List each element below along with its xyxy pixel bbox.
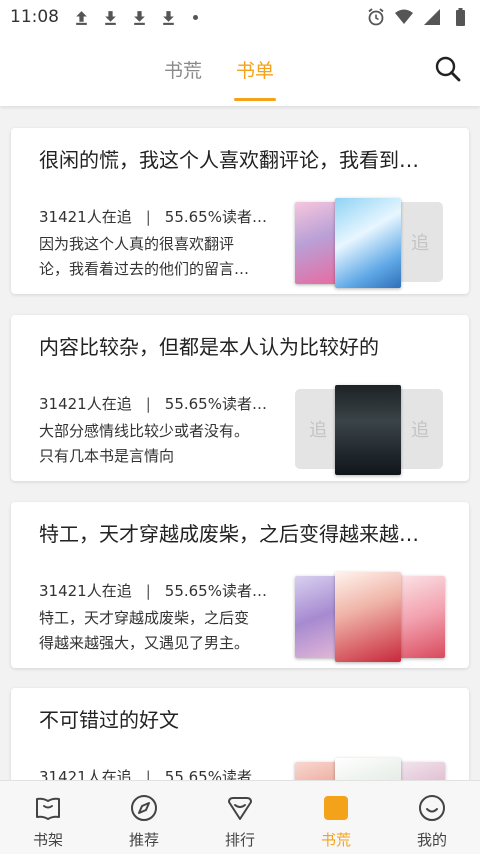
upload-icon <box>76 10 87 25</box>
book-famine-icon <box>324 796 348 820</box>
download-icon <box>105 10 116 25</box>
nav-item-book-famine[interactable]: 书荒 <box>288 781 384 854</box>
tab-shudan[interactable]: 书单 <box>236 56 274 83</box>
compass-icon <box>131 795 157 821</box>
ranking-icon <box>228 797 252 820</box>
description-line: 特工，天才穿越成废柴，之后变 <box>39 609 250 627</box>
signal-icon <box>424 9 440 25</box>
download-icon <box>134 10 145 25</box>
status-bar: 11:08 <box>0 0 480 34</box>
book-covers <box>295 572 445 664</box>
wifi-icon <box>395 9 413 24</box>
nav-label: 我的 <box>416 831 447 849</box>
followers-count: 31421人在追 <box>39 395 132 413</box>
book-cover-image <box>335 572 401 662</box>
alarm-icon <box>368 8 384 26</box>
card-title: 内容比较杂，但都是本人认为比较好的 <box>39 335 379 359</box>
bottom-nav: 书架 推荐 排行 书荒 我的 <box>0 780 480 854</box>
description-line: 论，我看着过去的他们的留言… <box>39 260 250 278</box>
nav-item-bookshelf[interactable]: 书架 <box>0 781 96 854</box>
book-covers: 追 追 <box>295 198 445 290</box>
card-stats: 31421人在追 | 55.65%读者… <box>39 582 267 600</box>
book-list-feed: 很闲的慌，我这个人喜欢翻评论，我看到… 31421人在追 | 55.65%读者… 因… <box>0 106 480 780</box>
card-stats: 31421人在追 | 55.65%读者… <box>39 395 267 413</box>
followers-count: 31421人在追 <box>39 768 132 780</box>
card-title: 很闲的慌，我这个人喜欢翻评论，我看到… <box>39 148 419 172</box>
top-nav: 书荒 书单 <box>0 34 480 106</box>
book-cover-image <box>397 762 445 780</box>
nav-label: 书荒 <box>320 831 351 849</box>
download-icon <box>163 10 174 25</box>
followers-count: 31421人在追 <box>39 582 132 600</box>
card-description: 因为我这个人真的很喜欢翻评 论，我看着过去的他们的留言… <box>39 232 271 282</box>
status-time: 11:08 <box>10 7 59 27</box>
card-title: 不可错过的好文 <box>39 708 179 732</box>
description-line: 因为我这个人真的很喜欢翻评 <box>39 235 235 253</box>
tab-shuhuang[interactable]: 书荒 <box>164 56 202 83</box>
description-line: 得越来越强大，又遇见了男主。 <box>39 634 250 652</box>
nav-label: 排行 <box>224 831 255 849</box>
book-covers <box>295 758 445 780</box>
book-cover-image <box>397 576 445 658</box>
battery-icon <box>456 8 465 26</box>
readers-ratio: 55.65%读者… <box>164 395 267 413</box>
nav-label: 推荐 <box>128 831 159 849</box>
card-stats: 31421人在追 | 55.65%读者… <box>39 208 267 226</box>
readers-ratio: 55.65%读者… <box>164 768 267 780</box>
readers-ratio: 55.65%读者… <box>164 208 267 226</box>
booklist-card[interactable]: 很闲的慌，我这个人喜欢翻评论，我看到… 31421人在追 | 55.65%读者… 因… <box>11 128 469 294</box>
profile-icon <box>419 795 445 821</box>
readers-ratio: 55.65%读者… <box>164 582 267 600</box>
active-tab-indicator <box>234 98 276 101</box>
book-cover-image <box>335 198 401 288</box>
nav-label: 书架 <box>32 831 63 849</box>
system-indicators <box>366 7 470 27</box>
search-icon[interactable] <box>433 54 463 84</box>
cover-placeholder: 追 <box>397 389 443 469</box>
card-description: 特工，天才穿越成废柴，之后变 得越来越强大，又遇见了男主。 <box>39 606 271 656</box>
cover-placeholder: 追 <box>397 202 443 282</box>
booklist-card[interactable]: 不可错过的好文 31421人在追 | 55.65%读者… <box>11 688 469 780</box>
booklist-card[interactable]: 特工，天才穿越成废柴，之后变得越来越… 31421人在追 | 55.65%读者… 特… <box>11 502 469 668</box>
notification-dot <box>193 14 198 20</box>
download-indicators <box>73 9 198 26</box>
book-cover-image <box>335 385 401 475</box>
book-cover-image <box>335 758 401 780</box>
nav-item-profile[interactable]: 我的 <box>384 781 480 854</box>
bookshelf-icon <box>36 797 60 820</box>
card-stats: 31421人在追 | 55.65%读者… <box>39 766 269 780</box>
nav-item-ranking[interactable]: 排行 <box>192 781 288 854</box>
description-line: 大部分感情线比较少或者没有。 <box>39 422 250 440</box>
card-description: 大部分感情线比较少或者没有。 只有几本书是言情向 <box>39 419 271 469</box>
book-covers: 追 追 <box>295 385 445 477</box>
booklist-card[interactable]: 内容比较杂，但都是本人认为比较好的 31421人在追 | 55.65%读者… 大部分… <box>11 315 469 481</box>
description-line: 只有几本书是言情向 <box>39 447 175 465</box>
card-title: 特工，天才穿越成废柴，之后变得越来越… <box>39 522 419 546</box>
followers-count: 31421人在追 <box>39 208 132 226</box>
nav-item-recommend[interactable]: 推荐 <box>96 781 192 854</box>
